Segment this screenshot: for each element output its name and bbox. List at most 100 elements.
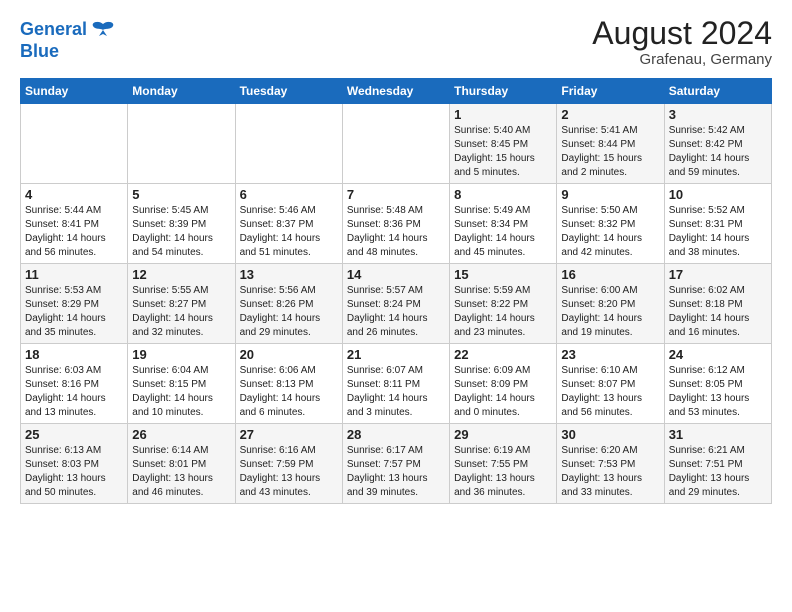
day-number: 23 [561,347,659,362]
calendar-cell: 20 Sunrise: 6:06 AMSunset: 8:13 PMDayligh… [235,344,342,424]
day-info: Sunrise: 5:53 AMSunset: 8:29 PMDaylight:… [25,284,123,340]
day-number: 12 [132,267,230,282]
calendar-cell: 6 Sunrise: 5:46 AMSunset: 8:37 PMDaylight… [235,184,342,264]
logo: General Blue [20,16,117,62]
calendar-cell: 10 Sunrise: 5:52 AMSunset: 8:31 PMDayligh… [664,184,771,264]
day-number: 16 [561,267,659,282]
day-number: 15 [454,267,552,282]
calendar-cell: 9Sunrise: 5:50 AMSunset: 8:32 PMDaylight… [557,184,664,264]
calendar-cell: 11 Sunrise: 5:53 AMSunset: 8:29 PMDayligh… [21,264,128,344]
day-number: 28 [347,427,445,442]
day-info: Sunrise: 5:55 AMSunset: 8:27 PMDaylight:… [132,284,230,340]
calendar-cell [128,104,235,184]
calendar-cell: 26Sunrise: 6:14 AMSunset: 8:01 PMDayligh… [128,424,235,504]
day-info: Sunrise: 6:10 AMSunset: 8:07 PMDaylight:… [561,364,659,420]
day-number: 31 [669,427,767,442]
day-info: Sunrise: 5:42 AMSunset: 8:42 PMDaylight:… [669,124,767,180]
calendar-cell: 23 Sunrise: 6:10 AMSunset: 8:07 PMDayligh… [557,344,664,424]
calendar-cell: 1 Sunrise: 5:40 AMSunset: 8:45 PMDaylight… [450,104,557,184]
day-info: Sunrise: 6:16 AMSunset: 7:59 PMDaylight:… [240,444,338,500]
calendar-cell: 27Sunrise: 6:16 AMSunset: 7:59 PMDayligh… [235,424,342,504]
day-number: 8 [454,187,552,202]
day-number: 2 [561,107,659,122]
day-info: Sunrise: 6:07 AMSunset: 8:11 PMDaylight:… [347,364,445,420]
logo-text: General [20,20,87,40]
calendar-cell: 29Sunrise: 6:19 AMSunset: 7:55 PMDayligh… [450,424,557,504]
day-number: 25 [25,427,123,442]
day-number: 4 [25,187,123,202]
day-number: 30 [561,427,659,442]
day-number: 1 [454,107,552,122]
day-info: Sunrise: 6:00 AMSunset: 8:20 PMDaylight:… [561,284,659,340]
day-number: 6 [240,187,338,202]
calendar-cell: 4Sunrise: 5:44 AMSunset: 8:41 PMDaylight… [21,184,128,264]
weekday-header-friday: Friday [557,79,664,104]
day-info: Sunrise: 6:03 AMSunset: 8:16 PMDaylight:… [25,364,123,420]
location-subtitle: Grafenau, Germany [592,51,772,68]
weekday-header-monday: Monday [128,79,235,104]
day-info: Sunrise: 5:48 AMSunset: 8:36 PMDaylight:… [347,204,445,260]
day-info: Sunrise: 5:52 AMSunset: 8:31 PMDaylight:… [669,204,767,260]
day-info: Sunrise: 5:49 AMSunset: 8:34 PMDaylight:… [454,204,552,260]
calendar-cell: 30 Sunrise: 6:20 AMSunset: 7:53 PMDayligh… [557,424,664,504]
day-number: 13 [240,267,338,282]
calendar-cell: 25 Sunrise: 6:13 AMSunset: 8:03 PMDayligh… [21,424,128,504]
day-number: 21 [347,347,445,362]
day-info: Sunrise: 5:57 AMSunset: 8:24 PMDaylight:… [347,284,445,340]
calendar-cell: 28 Sunrise: 6:17 AMSunset: 7:57 PMDayligh… [342,424,449,504]
day-number: 26 [132,427,230,442]
header: General Blue August 2024 Grafenau, Germa… [20,16,772,68]
calendar-page: General Blue August 2024 Grafenau, Germa… [0,0,792,514]
day-number: 22 [454,347,552,362]
week-row-2: 4Sunrise: 5:44 AMSunset: 8:41 PMDaylight… [21,184,772,264]
calendar-cell: 31 Sunrise: 6:21 AMSunset: 7:51 PMDayligh… [664,424,771,504]
day-info: Sunrise: 6:02 AMSunset: 8:18 PMDaylight:… [669,284,767,340]
day-info: Sunrise: 6:19 AMSunset: 7:55 PMDaylight:… [454,444,552,500]
calendar-cell: 15Sunrise: 5:59 AMSunset: 8:22 PMDayligh… [450,264,557,344]
day-number: 17 [669,267,767,282]
day-info: Sunrise: 5:45 AMSunset: 8:39 PMDaylight:… [132,204,230,260]
day-info: Sunrise: 6:12 AMSunset: 8:05 PMDaylight:… [669,364,767,420]
day-info: Sunrise: 6:13 AMSunset: 8:03 PMDaylight:… [25,444,123,500]
calendar-cell: 16 Sunrise: 6:00 AMSunset: 8:20 PMDayligh… [557,264,664,344]
week-row-4: 18 Sunrise: 6:03 AMSunset: 8:16 PMDayligh… [21,344,772,424]
weekday-header-saturday: Saturday [664,79,771,104]
week-row-1: 1 Sunrise: 5:40 AMSunset: 8:45 PMDaylight… [21,104,772,184]
day-info: Sunrise: 6:17 AMSunset: 7:57 PMDaylight:… [347,444,445,500]
day-info: Sunrise: 5:46 AMSunset: 8:37 PMDaylight:… [240,204,338,260]
day-number: 3 [669,107,767,122]
weekday-header-tuesday: Tuesday [235,79,342,104]
day-number: 14 [347,267,445,282]
calendar-cell: 17 Sunrise: 6:02 AMSunset: 8:18 PMDayligh… [664,264,771,344]
calendar-cell: 18 Sunrise: 6:03 AMSunset: 8:16 PMDayligh… [21,344,128,424]
day-info: Sunrise: 6:09 AMSunset: 8:09 PMDaylight:… [454,364,552,420]
weekday-header-thursday: Thursday [450,79,557,104]
calendar-cell: 2 Sunrise: 5:41 AMSunset: 8:44 PMDaylight… [557,104,664,184]
day-number: 19 [132,347,230,362]
day-number: 10 [669,187,767,202]
day-number: 7 [347,187,445,202]
logo-blue: Blue [20,42,59,62]
calendar-cell: 12 Sunrise: 5:55 AMSunset: 8:27 PMDayligh… [128,264,235,344]
day-info: Sunrise: 6:21 AMSunset: 7:51 PMDaylight:… [669,444,767,500]
day-info: Sunrise: 5:56 AMSunset: 8:26 PMDaylight:… [240,284,338,340]
calendar-cell: 14 Sunrise: 5:57 AMSunset: 8:24 PMDayligh… [342,264,449,344]
week-row-5: 25 Sunrise: 6:13 AMSunset: 8:03 PMDayligh… [21,424,772,504]
weekday-header-row: SundayMondayTuesdayWednesdayThursdayFrid… [21,79,772,104]
day-number: 11 [25,267,123,282]
calendar-cell: 21 Sunrise: 6:07 AMSunset: 8:11 PMDayligh… [342,344,449,424]
month-year-title: August 2024 [592,16,772,51]
day-number: 20 [240,347,338,362]
calendar-cell: 13 Sunrise: 5:56 AMSunset: 8:26 PMDayligh… [235,264,342,344]
calendar-cell [342,104,449,184]
calendar-cell: 7 Sunrise: 5:48 AMSunset: 8:36 PMDaylight… [342,184,449,264]
calendar-table: SundayMondayTuesdayWednesdayThursdayFrid… [20,78,772,504]
day-number: 24 [669,347,767,362]
logo-bird-icon [89,16,117,44]
day-info: Sunrise: 5:40 AMSunset: 8:45 PMDaylight:… [454,124,552,180]
day-info: Sunrise: 5:41 AMSunset: 8:44 PMDaylight:… [561,124,659,180]
day-info: Sunrise: 6:20 AMSunset: 7:53 PMDaylight:… [561,444,659,500]
title-block: August 2024 Grafenau, Germany [592,16,772,68]
day-info: Sunrise: 6:06 AMSunset: 8:13 PMDaylight:… [240,364,338,420]
day-number: 18 [25,347,123,362]
